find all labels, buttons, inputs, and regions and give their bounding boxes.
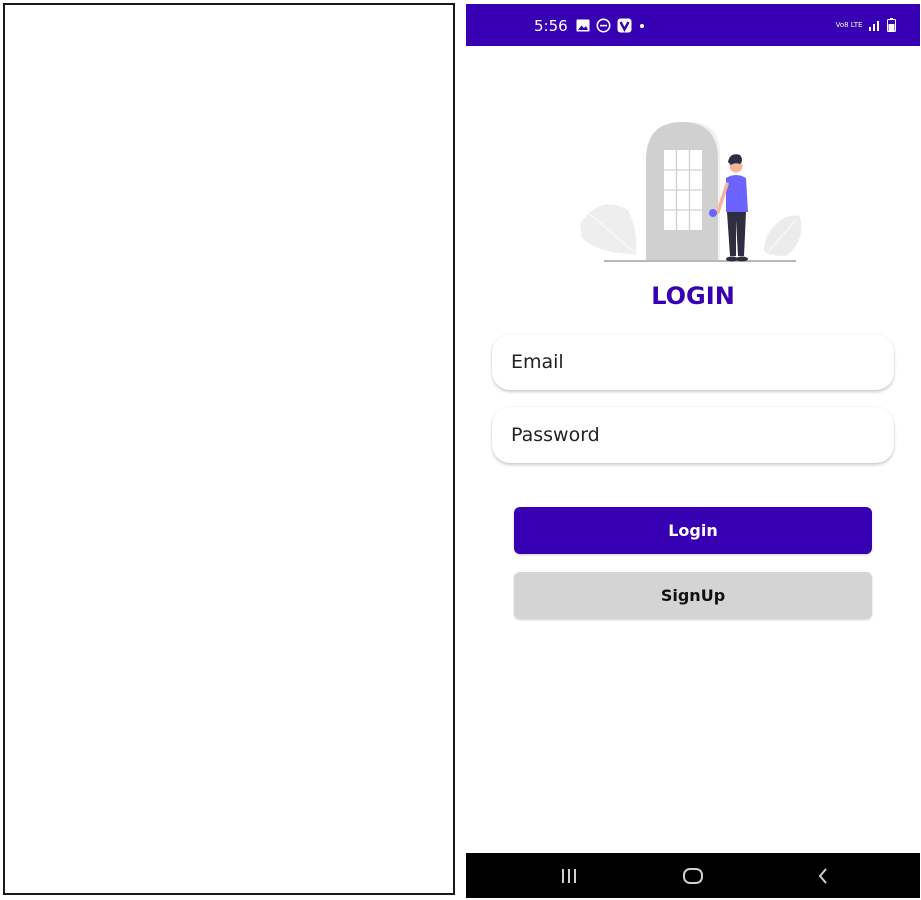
back-icon xyxy=(818,868,827,884)
home-icon xyxy=(683,868,703,884)
back-button[interactable] xyxy=(808,863,838,889)
email-field[interactable] xyxy=(509,350,894,374)
login-title: LOGIN xyxy=(651,282,735,310)
recent-apps-button[interactable] xyxy=(554,863,584,889)
blank-panel xyxy=(3,3,455,895)
status-time: 5:56 xyxy=(534,17,568,35)
password-field[interactable] xyxy=(509,423,894,447)
home-button[interactable] xyxy=(678,863,708,889)
notification-dot-icon xyxy=(640,23,644,28)
phone-screen: 5:56 Vo8 LTE LOGIN Email Login SignUp xyxy=(466,4,920,898)
status-icons-right: Vo8 LTE xyxy=(835,16,896,34)
recent-apps-icon xyxy=(562,869,576,883)
email-field-container xyxy=(492,334,894,390)
do-not-disturb-icon xyxy=(596,18,611,32)
navigation-bar xyxy=(466,853,920,898)
login-button[interactable]: Login xyxy=(514,507,872,554)
password-field-container xyxy=(492,407,894,463)
login-illustration xyxy=(580,122,802,262)
volte-lte-icon: Vo8 LTE xyxy=(835,20,863,29)
signal-icon xyxy=(869,21,879,31)
gallery-icon xyxy=(576,19,590,31)
vpn-icon xyxy=(617,18,632,32)
signup-button[interactable]: SignUp xyxy=(514,572,872,619)
status-bar: 5:56 Vo8 LTE xyxy=(466,4,920,46)
battery-icon xyxy=(887,18,896,32)
status-icons-left xyxy=(576,16,646,34)
